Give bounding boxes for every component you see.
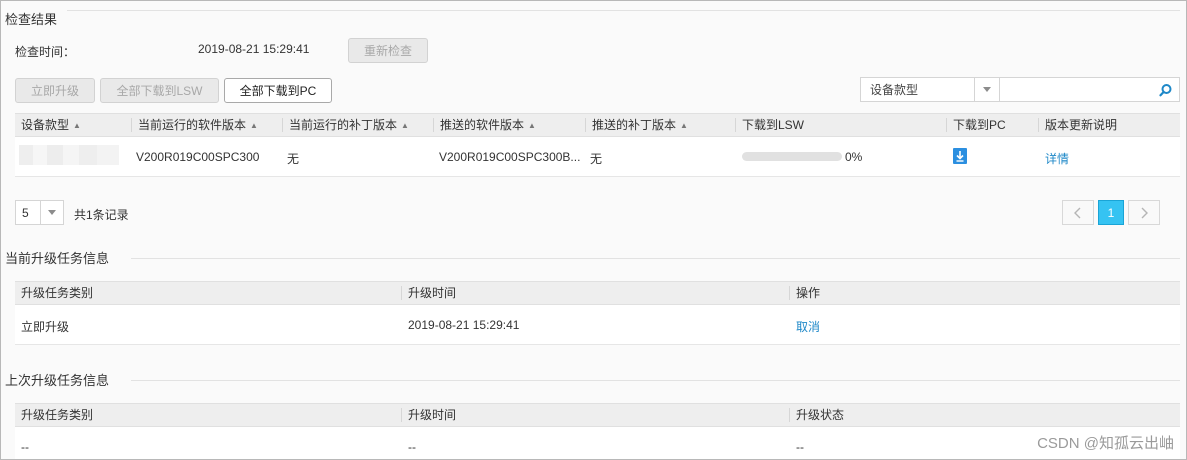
chevron-left-icon bbox=[1074, 207, 1081, 218]
section-divider bbox=[131, 258, 1180, 259]
col-pushed-software[interactable]: 推送的软件版本 ▲ bbox=[434, 114, 536, 136]
pushed-software-cell: V200R019C00SPC300B... bbox=[439, 150, 581, 164]
table-row: 立即升级 2019-08-21 15:29:41 取消 bbox=[15, 305, 1180, 345]
watermark: CSDN @知孤云出岫 bbox=[1037, 435, 1174, 452]
current-software-cell: V200R019C00SPC300 bbox=[136, 150, 260, 164]
col-release-notes: 版本更新说明 bbox=[1045, 118, 1118, 132]
task-time-cell: -- bbox=[408, 440, 416, 454]
check-time-value: 2019-08-21 15:29:41 bbox=[198, 42, 310, 56]
table-row: V200R019C00SPC300 无 V200R019C00SPC300B..… bbox=[15, 137, 1180, 177]
col-device-model[interactable]: 设备款型 ▲ bbox=[15, 114, 81, 136]
col-current-patch[interactable]: 当前运行的补丁版本 ▲ bbox=[283, 114, 409, 136]
upgrade-now-button[interactable]: 立即升级 bbox=[15, 78, 95, 103]
section-divider bbox=[67, 10, 1180, 11]
col-task-type: 升级任务类别 bbox=[21, 286, 94, 300]
download-to-pc-icon[interactable] bbox=[953, 148, 967, 164]
table-row: -- -- -- bbox=[15, 427, 1180, 459]
current-task-header: 升级任务类别 升级时间 操作 bbox=[15, 281, 1180, 305]
col-upgrade-status: 升级状态 bbox=[796, 408, 845, 422]
last-task-title: 上次升级任务信息 bbox=[5, 373, 110, 388]
chevron-right-icon bbox=[1141, 207, 1148, 218]
device-model-masked bbox=[19, 145, 119, 165]
page-1-button[interactable]: 1 bbox=[1098, 200, 1124, 225]
task-type-cell: -- bbox=[21, 440, 29, 454]
col-current-software[interactable]: 当前运行的软件版本 ▲ bbox=[132, 114, 258, 136]
filter-search-input[interactable] bbox=[1000, 77, 1180, 102]
section-divider bbox=[131, 380, 1180, 381]
check-result-title: 检查结果 bbox=[5, 12, 58, 27]
pushed-patch-cell: 无 bbox=[590, 152, 603, 166]
recheck-button[interactable]: 重新检查 bbox=[348, 38, 428, 63]
task-status-cell: -- bbox=[796, 440, 804, 454]
total-records: 共1条记录 bbox=[74, 208, 129, 222]
download-all-lsw-button[interactable]: 全部下载到LSW bbox=[100, 78, 219, 103]
chevron-down-icon bbox=[975, 87, 999, 92]
prev-page-button[interactable] bbox=[1062, 200, 1094, 225]
result-table-header: 设备款型 ▲ 当前运行的软件版本 ▲ 当前运行的补丁版本 ▲ 推送的软件版本 ▲ 推送的… bbox=[15, 113, 1180, 137]
task-type-cell: 立即升级 bbox=[21, 320, 70, 334]
chevron-down-icon bbox=[41, 210, 63, 215]
upgrade-check-panel: 检查结果 检查时间： 2019-08-21 15:29:41 重新检查 立即升级… bbox=[0, 0, 1187, 460]
page-size-select[interactable]: 5 bbox=[15, 200, 64, 225]
cancel-link[interactable]: 取消 bbox=[796, 318, 820, 335]
check-time-label: 检查时间： bbox=[15, 45, 76, 59]
col-upgrade-time: 升级时间 bbox=[408, 286, 457, 300]
col-task-type: 升级任务类别 bbox=[21, 408, 94, 422]
col-download-lsw: 下载到LSW bbox=[742, 118, 805, 132]
search-icon[interactable] bbox=[1153, 83, 1179, 97]
lsw-progress-bar bbox=[742, 152, 842, 161]
current-patch-cell: 无 bbox=[287, 152, 300, 166]
page-size-value: 5 bbox=[22, 205, 29, 220]
col-operation: 操作 bbox=[796, 286, 821, 300]
last-task-header: 升级任务类别 升级时间 升级状态 bbox=[15, 403, 1180, 427]
filter-field-select[interactable]: 设备款型 bbox=[860, 77, 1000, 102]
col-download-pc: 下载到PC bbox=[953, 118, 1006, 132]
current-task-title: 当前升级任务信息 bbox=[5, 251, 110, 266]
task-time-cell: 2019-08-21 15:29:41 bbox=[408, 318, 520, 332]
next-page-button[interactable] bbox=[1128, 200, 1160, 225]
lsw-progress-text: 0% bbox=[845, 150, 863, 164]
col-upgrade-time: 升级时间 bbox=[408, 408, 457, 422]
filter-field-value: 设备款型 bbox=[870, 83, 919, 97]
details-link[interactable]: 详情 bbox=[1045, 150, 1069, 167]
col-pushed-patch[interactable]: 推送的补丁版本 ▲ bbox=[586, 114, 688, 136]
download-all-pc-button[interactable]: 全部下载到PC bbox=[224, 78, 332, 103]
